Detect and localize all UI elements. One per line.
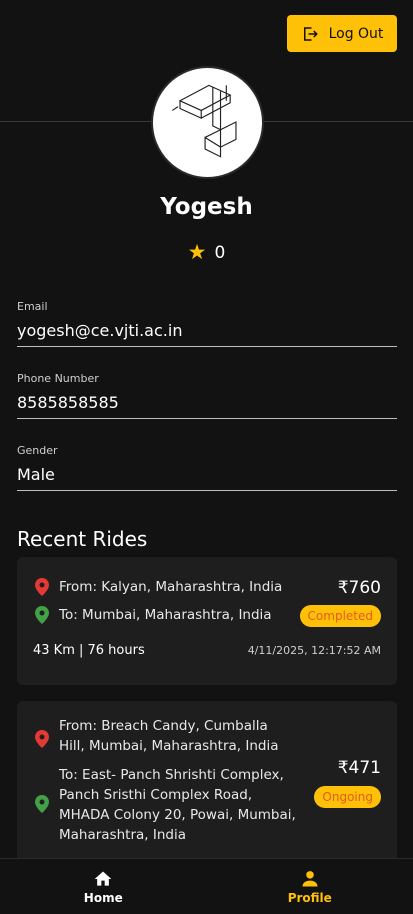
ride-to: To: East- Panch Shrishti Complex, Panch … [35, 765, 297, 845]
ride-from-text: From: Breach Candy, Cumballa Hill, Mumba… [59, 718, 279, 754]
gender-field: Gender Male [17, 444, 397, 491]
logout-button[interactable]: Log Out [287, 15, 397, 52]
nav-profile[interactable]: Profile [207, 859, 413, 914]
gender-label: Gender [17, 444, 58, 457]
logout-label: Log Out [328, 25, 384, 42]
ride-date: 4/11/2025, 12:17:52 AM [247, 644, 381, 657]
gender-value: Male [17, 465, 55, 484]
ride-to-text: To: East- Panch Shrishti Complex, Panch … [59, 767, 296, 843]
email-value: yogesh@ce.vjti.ac.in [17, 321, 183, 340]
phone-label: Phone Number [17, 372, 99, 385]
profile-name: Yogesh [160, 194, 253, 220]
nav-home[interactable]: Home [0, 859, 207, 914]
avatar [151, 66, 264, 179]
ride-distance-duration: 43 Km | 76 hours [33, 643, 145, 658]
ride-card[interactable]: From: Breach Candy, Cumballa Hill, Mumba… [17, 701, 397, 876]
phone-value: 8585858585 [17, 393, 119, 412]
ride-to-text: To: Mumbai, Maharashtra, India [59, 607, 272, 623]
logout-icon [303, 26, 318, 41]
location-pin-icon [35, 578, 49, 596]
ride-to: To: Mumbai, Maharashtra, India [35, 605, 305, 625]
nav-home-label: Home [83, 890, 123, 905]
email-field: Email yogesh@ce.vjti.ac.in [17, 300, 397, 347]
ride-from: From: Breach Candy, Cumballa Hill, Mumba… [35, 716, 297, 756]
ride-from: From: Kalyan, Maharashtra, India [35, 577, 305, 597]
bottom-nav: Home Profile [0, 858, 413, 914]
location-pin-icon [35, 730, 49, 748]
email-label: Email [17, 300, 48, 313]
ride-from-text: From: Kalyan, Maharashtra, India [59, 579, 283, 595]
home-icon [94, 871, 112, 886]
ride-price: ₹760 [337, 578, 381, 598]
location-pin-icon [35, 795, 49, 813]
rating: ★ 0 [0, 242, 413, 263]
phone-field: Phone Number 8585858585 [17, 372, 397, 419]
star-icon: ★ [187, 240, 207, 264]
ride-card[interactable]: From: Kalyan, Maharashtra, India To: Mum… [17, 557, 397, 685]
location-pin-icon [35, 606, 49, 624]
rating-value: 0 [214, 242, 226, 263]
nav-profile-label: Profile [287, 890, 332, 905]
status-badge: Completed [299, 605, 381, 627]
person-icon [302, 870, 318, 886]
recent-rides-title: Recent Rides [17, 527, 148, 551]
ride-price: ₹471 [337, 758, 381, 778]
status-badge: Ongoing [314, 786, 381, 808]
